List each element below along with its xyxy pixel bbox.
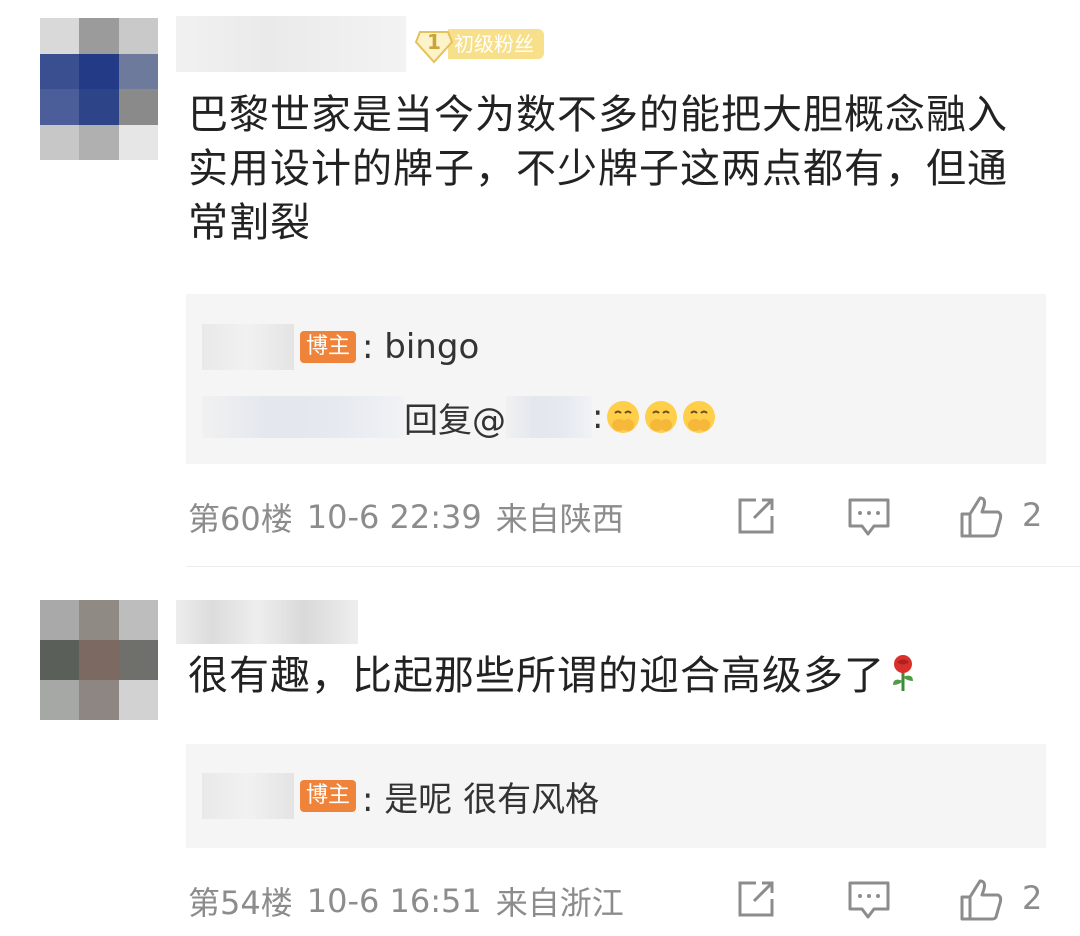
avatar[interactable] bbox=[40, 600, 158, 720]
comment-actions: 2 bbox=[0, 873, 1080, 929]
mention-blurred[interactable] bbox=[506, 396, 592, 438]
comment-text: 很有趣，比起那些所谓的迎合高级多了 bbox=[188, 649, 1044, 703]
like-count: 2 bbox=[1022, 496, 1043, 534]
reply-row[interactable]: 回复@ : bbox=[202, 392, 1030, 442]
hand-over-mouth-emoji bbox=[643, 399, 679, 435]
username-blurred[interactable] bbox=[176, 600, 358, 644]
reply-row[interactable]: 博主 : bingo bbox=[202, 322, 1030, 372]
reply-text: : 是呢 很有风格 bbox=[362, 779, 600, 820]
hand-over-mouth-emoji bbox=[605, 399, 641, 435]
avatar[interactable] bbox=[40, 18, 158, 160]
comment-item: 很有趣，比起那些所谓的迎合高级多了 博主 : 是呢 很有风格 第54楼 10-6… bbox=[0, 567, 1080, 936]
fan-level-diamond-icon: 1 bbox=[414, 24, 454, 64]
reply-prefix: 回复@ bbox=[404, 400, 506, 441]
reply-icon[interactable] bbox=[846, 877, 892, 923]
share-icon[interactable] bbox=[732, 494, 778, 540]
fan-level-number: 1 bbox=[427, 30, 441, 54]
hand-over-mouth-emoji bbox=[681, 399, 717, 435]
fan-level-label: 初级粉丝 bbox=[448, 29, 544, 59]
comment-item: 1 初级粉丝 巴黎世家是当今为数不多的能把大胆概念融入实用设计的牌子，不少牌子这… bbox=[0, 0, 1080, 566]
like-count: 2 bbox=[1022, 879, 1043, 917]
reply-username-blurred[interactable] bbox=[202, 773, 294, 819]
reply-box[interactable]: 博主 : bingo 回复@ : bbox=[186, 294, 1046, 464]
reply-username-blurred[interactable] bbox=[202, 396, 404, 438]
blogger-tag: 博主 bbox=[300, 331, 357, 363]
blogger-tag: 博主 bbox=[300, 780, 357, 812]
comment-text-body: 很有趣，比起那些所谓的迎合高级多了 bbox=[188, 653, 885, 699]
like-icon[interactable] bbox=[958, 494, 1004, 540]
reply-username-blurred[interactable] bbox=[202, 324, 294, 370]
share-icon[interactable] bbox=[732, 877, 778, 923]
reply-box[interactable]: 博主 : 是呢 很有风格 bbox=[186, 744, 1046, 848]
reply-text: : bingo bbox=[362, 327, 480, 367]
rose-emoji bbox=[885, 653, 921, 693]
fan-level-badge[interactable]: 1 初级粉丝 bbox=[414, 24, 544, 64]
like-icon[interactable] bbox=[958, 877, 1004, 923]
reply-suffix: : bbox=[592, 397, 604, 437]
reply-row[interactable]: 博主 : 是呢 很有风格 bbox=[202, 771, 1030, 821]
username-blurred[interactable] bbox=[176, 16, 406, 72]
comment-text: 巴黎世家是当今为数不多的能把大胆概念融入实用设计的牌子，不少牌子这两点都有，但通… bbox=[188, 92, 1008, 246]
reply-icon[interactable] bbox=[846, 494, 892, 540]
comment-actions: 2 bbox=[0, 490, 1080, 546]
